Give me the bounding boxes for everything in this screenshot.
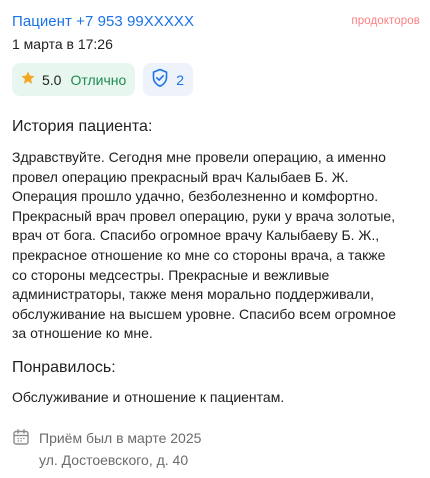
history-heading: История пациента: [12,118,153,135]
visit-info: Приём был в марте 2025 ул. Достоевского,… [12,427,201,471]
review-date: 1 марта в 17:26 [12,36,113,52]
liked-heading: Понравилось: [12,359,116,376]
shield-check-icon [151,68,169,91]
star-icon [20,70,36,89]
history-line: обслуживание на высшем уровне. Спасибо в… [12,305,397,322]
history-line: врач от бога. Спасибо огромное врачу Кал… [12,227,380,244]
rating-label: Отлично [70,71,127,88]
rating-badge: 5.0 Отлично [12,63,136,96]
history-text: Здравствуйте. Сегодня мне провели операц… [12,148,424,344]
liked-text: Обслуживание и отношение к пациентам. [12,388,424,408]
history-line: со стороны медсестры. Прекрасные и вежли… [12,266,330,283]
brand-logo: продокторов [351,15,420,27]
review-author-link[interactable]: Пациент +7 953 99XXXXX [12,13,194,30]
history-line: Здравствуйте. Сегодня мне провели операц… [12,149,386,165]
history-line: Операция прошло удачно, безболезненно и … [12,188,379,205]
history-line: администраторы, также меня морально подд… [12,286,375,303]
visit-address: ул. Достоевского, д. 40 [39,452,189,468]
history-line: за отношение ко мне. [12,325,153,342]
visit-date: Приём был в марте 2025 [39,430,202,446]
verified-badge[interactable]: 2 [143,63,194,96]
history-line: Прекрасный врач провел операцию, руки у … [12,207,396,224]
badges-row: 5.0 Отлично 2 [12,63,194,96]
verified-count: 2 [176,71,185,88]
calendar-icon [12,428,30,446]
liked-line: Обслуживание и отношение к пациентам. [12,389,285,405]
rating-value: 5.0 [42,71,62,88]
history-line: прекрасное отношение ко мне со стороны в… [12,246,386,263]
history-line: провел операцию прекрасный врач Калыбаев… [12,168,349,185]
